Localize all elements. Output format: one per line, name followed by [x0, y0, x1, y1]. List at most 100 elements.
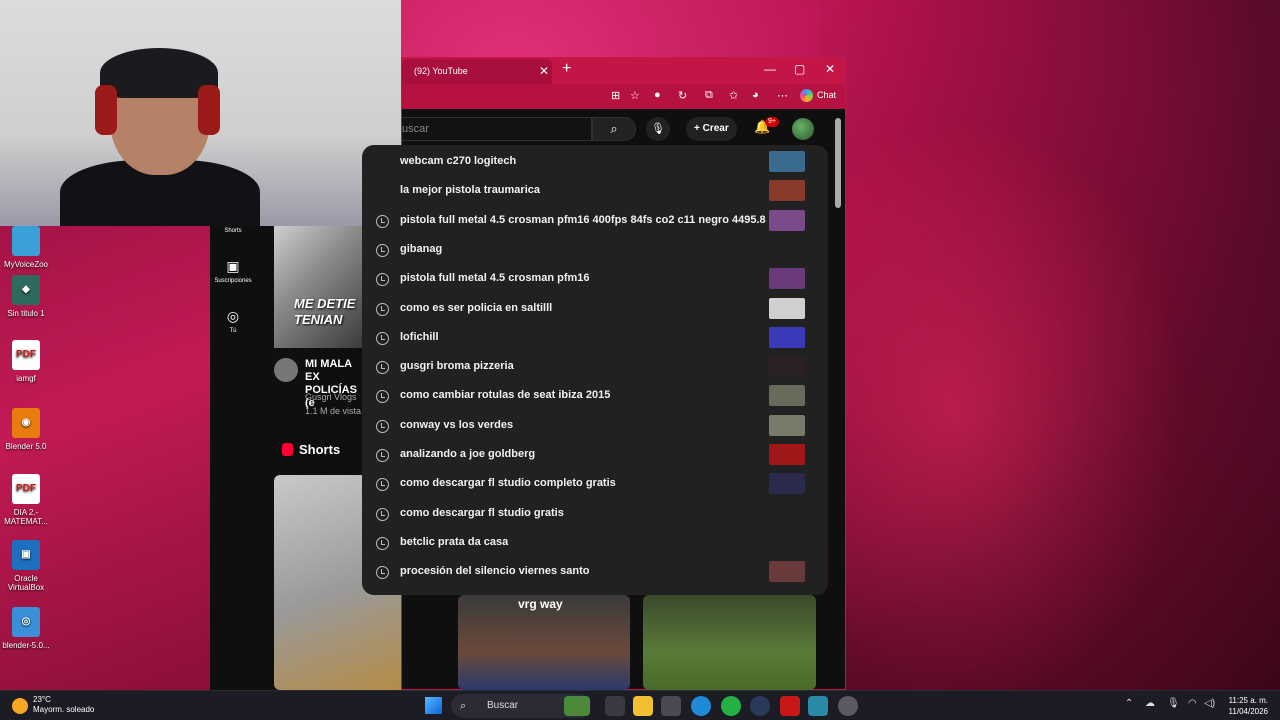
chat-label: Chat [817, 89, 837, 100]
nav-subscriptions[interactable]: ▣ Suscripciones [210, 258, 256, 284]
search-input[interactable]: uscar [402, 117, 592, 141]
news-widget-icon[interactable] [564, 696, 590, 716]
video-views: 1.1 M de vista [305, 406, 362, 416]
extension-icon[interactable]: ● [654, 89, 661, 101]
shorts-icon [282, 443, 293, 456]
minimize-icon[interactable]: — [764, 62, 776, 76]
microphone-icon: 🎙 [651, 123, 665, 135]
suggestion-text: como descargar fl studio gratis [400, 506, 564, 519]
suggestion-thumbnail [769, 268, 805, 290]
voice-search-button[interactable]: 🎙 [646, 117, 670, 141]
desktop-icon[interactable]: ▣ Oracle VirtualBox [0, 540, 52, 592]
history-icon [376, 507, 389, 521]
channel-avatar[interactable] [274, 358, 298, 382]
close-window-icon[interactable]: ✕ [825, 62, 835, 76]
app-available-icon[interactable]: ⊞ [611, 89, 620, 102]
start-icon[interactable] [425, 697, 442, 714]
app-gear-icon[interactable] [838, 696, 858, 716]
desktop-icon[interactable]: PDF iamgf [0, 340, 52, 383]
history-icon [376, 566, 389, 580]
steam-icon[interactable] [750, 696, 770, 716]
nav-you[interactable]: ◎ Tú [210, 308, 256, 334]
copilot-chat-button[interactable]: Chat [800, 89, 836, 102]
nav-subscriptions-label: Suscripciones [214, 278, 252, 284]
suggestion-item[interactable]: la mejor pistola traumarica [362, 178, 828, 207]
suggestion-thumbnail [769, 297, 805, 319]
suggestion-item[interactable]: gibanag [362, 237, 828, 266]
suggestion-thumbnail [769, 209, 805, 231]
video-thumbnail[interactable]: ME DETIE TENIAN [274, 226, 364, 348]
scrollbar[interactable] [835, 118, 841, 208]
whatsapp-icon[interactable] [721, 696, 741, 716]
short-thumbnail-3[interactable] [643, 595, 816, 690]
notification-badge: 9+ [765, 117, 779, 127]
tray-chevron-icon[interactable]: ⌃ [1125, 698, 1133, 709]
desktop-icon[interactable]: ◉ Blender 5.0 [0, 408, 52, 451]
suggestion-text: procesión del silencio viernes santo [400, 565, 590, 578]
suggestion-item[interactable]: webcam c270 logitech [362, 149, 828, 178]
desktop-icon-label: blender-5.0... [2, 641, 50, 650]
sun-icon [12, 698, 28, 714]
browser-toolbar: ⊞ ☆ ● ↻ ⧉ ✩ ◕ ⋯ Chat [402, 84, 845, 109]
suggestion-text: gibanag [400, 242, 443, 255]
clock[interactable]: 11:25 a. m. 11/04/2026 [1220, 695, 1268, 717]
suggestion-thumbnail [769, 151, 805, 172]
new-tab-icon[interactable]: + [562, 60, 571, 78]
app-red-icon[interactable] [780, 696, 800, 716]
tab-title: (92) YouTube [414, 66, 468, 76]
onedrive-icon[interactable]: ☁ [1145, 698, 1155, 709]
more-icon[interactable]: ⋯ [777, 89, 788, 102]
suggestion-item[interactable]: como es ser policia en saltilll [362, 296, 828, 325]
tab-youtube[interactable]: (92) YouTube ✕ [402, 59, 552, 84]
suggestion-thumbnail [769, 356, 805, 378]
create-label: Crear [702, 123, 729, 134]
favorites-icon[interactable]: ✩ [729, 89, 738, 102]
desktop-icon[interactable]: PDF DIA 2.- MATEMAT... [0, 474, 52, 526]
desktop-icon-glyph: PDF [12, 340, 40, 370]
maximize-icon[interactable]: ▢ [794, 62, 805, 76]
history-icon [376, 331, 389, 345]
suggestion-item[interactable]: pistola full metal 4.5 crosman pfm16 400… [362, 208, 828, 237]
account-avatar[interactable] [792, 118, 814, 140]
edge-icon[interactable] [691, 696, 711, 716]
suggestion-item[interactable]: betclic prata da casa [362, 530, 828, 559]
tab-close-icon[interactable]: ✕ [539, 59, 549, 84]
history-icon [376, 536, 389, 550]
wifi-icon[interactable]: ◠ [1188, 698, 1197, 709]
desktop-icon[interactable]: ◎ blender-5.0... [0, 607, 52, 650]
user-icon: ◎ [226, 308, 240, 324]
suggestion-item[interactable]: lofichill [362, 325, 828, 354]
headset-right [198, 85, 220, 135]
favorite-star-icon[interactable]: ☆ [630, 89, 640, 102]
app-teal-icon[interactable] [808, 696, 828, 716]
suggestion-item[interactable]: pistola full metal 4.5 crosman pfm16 [362, 266, 828, 295]
nav-shorts[interactable]: Shorts [210, 228, 256, 234]
short-2-text: vrg way [518, 597, 563, 611]
mic-tray-icon[interactable]: 🎙 [1167, 698, 1180, 709]
refresh-icon[interactable]: ↻ [678, 89, 687, 102]
task-view-icon[interactable] [605, 696, 625, 716]
clock-date: 11/04/2026 [1228, 707, 1268, 716]
desktop-icon[interactable]: ◆ Sin titulo 1 [0, 275, 52, 318]
suggestion-item[interactable]: como cambiar rotulas de seat ibiza 2015 [362, 383, 828, 412]
split-screen-icon[interactable]: ⧉ [705, 89, 713, 102]
short-thumbnail-2[interactable]: vrg way [458, 595, 630, 690]
suggestion-item[interactable]: como descargar fl studio completo gratis [362, 471, 828, 500]
volume-icon[interactable]: ◁) [1204, 698, 1215, 709]
thumbnail-text: ME DETIE TENIAN [294, 296, 355, 328]
suggestion-thumbnail [769, 385, 805, 407]
suggestion-item[interactable]: procesión del silencio viernes santo [362, 559, 828, 588]
suggestion-thumbnail [769, 414, 805, 436]
suggestion-item[interactable]: analizando a joe goldberg [362, 442, 828, 471]
profile-icon[interactable]: ◕ [752, 89, 759, 101]
wallpaper-swirl [820, 0, 1280, 690]
store-icon[interactable] [661, 696, 681, 716]
copilot-icon [800, 89, 813, 102]
create-button[interactable]: + Crear [686, 117, 737, 141]
search-button[interactable]: ⌕ [592, 117, 636, 141]
suggestion-item[interactable]: como descargar fl studio gratis [362, 501, 828, 530]
suggestion-item[interactable]: gusgri broma pizzeria [362, 354, 828, 383]
file-explorer-icon[interactable] [633, 696, 653, 716]
suggestion-item[interactable]: conway vs los verdes [362, 413, 828, 442]
desktop-icon[interactable]: MyVoiceZoo [0, 226, 52, 269]
